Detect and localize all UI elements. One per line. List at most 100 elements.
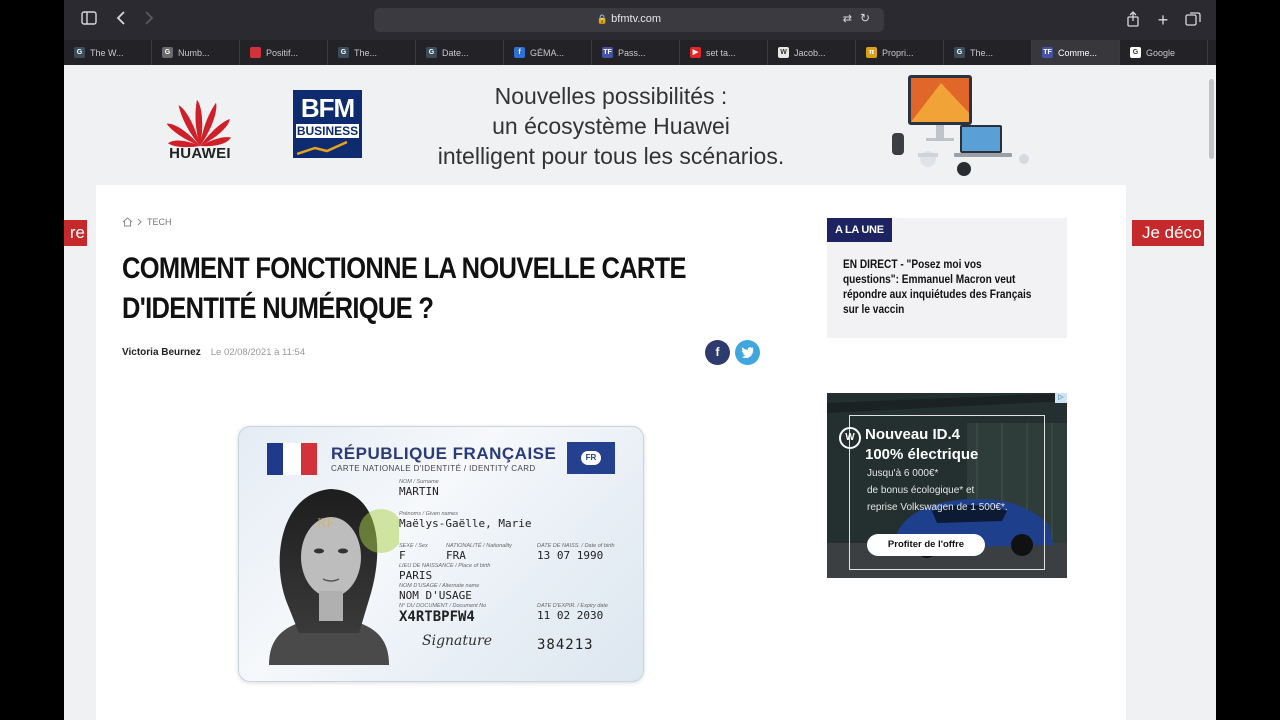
- document-value: X4RTBPFW4: [399, 609, 475, 625]
- lieu-value: PARIS: [399, 569, 433, 582]
- url-text: 🔒 bfmtv.com: [374, 13, 884, 25]
- browser-tab[interactable]: π Propri...: [856, 40, 944, 65]
- tab-favicon-icon: G: [74, 47, 85, 58]
- a-la-une-line-1: EN DIRECT - "Posez moi vos: [843, 259, 982, 271]
- sexe-value: F: [399, 549, 406, 562]
- new-tab-icon[interactable]: +: [1154, 11, 1172, 29]
- tab-favicon-icon: G: [954, 47, 965, 58]
- browser-tab[interactable]: G Google: [1120, 40, 1208, 65]
- ad-title-2: 100% électrique: [865, 446, 979, 463]
- breadcrumb: TECH: [122, 217, 172, 227]
- browser-tab[interactable]: TF Comme...: [1032, 40, 1120, 65]
- back-icon[interactable]: [112, 11, 130, 29]
- address-bar[interactable]: 🔒 bfmtv.com ⇄ ↻: [374, 8, 884, 32]
- tab-favicon-icon: W: [778, 47, 789, 58]
- tab-label: The W...: [90, 47, 124, 58]
- browser-tab[interactable]: ▶ set ta...: [680, 40, 768, 65]
- browser-tab[interactable]: G The...: [944, 40, 1032, 65]
- tab-label: Pass...: [618, 47, 646, 58]
- banner-line-2: un écosystème Huawei: [492, 113, 730, 139]
- tab-label: The...: [970, 47, 994, 58]
- tab-label: Google: [1146, 47, 1176, 58]
- author-name[interactable]: Victoria Beurnez: [122, 347, 201, 358]
- a-la-une-headline[interactable]: EN DIRECT - "Posez moi vos questions": E…: [843, 258, 1032, 318]
- usage-value: NOM D'USAGE: [399, 589, 472, 602]
- browser-tab[interactable]: G Numb...: [152, 40, 240, 65]
- forward-icon[interactable]: [140, 11, 158, 29]
- tab-label: Numb...: [178, 47, 210, 58]
- ad-title-1: Nouveau ID.4: [865, 426, 961, 443]
- tab-favicon-icon: G: [1130, 47, 1141, 58]
- volkswagen-ad[interactable]: ▷ W Nouveau ID.4 100% électrique Jusqu'à…: [827, 393, 1067, 578]
- scrollbar-thumb[interactable]: [1209, 79, 1214, 159]
- right-promo-tab[interactable]: Je déco: [1132, 220, 1204, 246]
- browser-tab[interactable]: G The...: [328, 40, 416, 65]
- id-card-image: RÉPUBLIQUE FRANÇAISE CARTE NATIONALE D'I…: [238, 426, 644, 682]
- naissance-value: 13 07 1990: [537, 549, 604, 562]
- reload-icon[interactable]: ↻: [860, 11, 870, 25]
- browser-tab[interactable]: TF Pass...: [592, 40, 680, 65]
- tab-favicon-icon: G: [338, 47, 349, 58]
- ad-line-3: reprise Volkswagen de 1 500€*.: [867, 502, 1008, 513]
- a-la-une-tag: A LA UNE: [827, 218, 892, 242]
- publish-date: Le 02/08/2021 à 11:54: [210, 347, 306, 358]
- tab-label: Propri...: [882, 47, 914, 58]
- signature: Signature: [422, 633, 493, 649]
- browser-tab[interactable]: G Date...: [416, 40, 504, 65]
- tab-label: GÉMA...: [530, 47, 565, 58]
- prenoms-value: Maëlys-Gaëlle, Marie: [399, 517, 532, 530]
- tab-favicon-icon: ▶: [690, 47, 701, 58]
- profiter-offre-button[interactable]: Profiter de l'offre: [867, 534, 985, 556]
- portrait-photo: RF: [269, 489, 399, 665]
- adchoices-icon[interactable]: ▷: [1055, 393, 1067, 403]
- ad-line-2: de bonus écologique* et: [867, 485, 975, 496]
- bfm-logo-top: BFM: [300, 93, 355, 123]
- bfm-logo-bottom: BUSINESS: [296, 124, 359, 138]
- tab-label: Comme...: [1058, 47, 1098, 58]
- browser-tab[interactable]: Positif...: [240, 40, 328, 65]
- home-icon[interactable]: [122, 217, 133, 227]
- id-card-title: RÉPUBLIQUE FRANÇAISE: [331, 444, 557, 463]
- browser-toolbar: 🔒 bfmtv.com ⇄ ↻ +: [64, 0, 1216, 40]
- headline-line-2: D'IDENTITÉ NUMÉRIQUE ?: [122, 292, 434, 325]
- browser-tab[interactable]: W Jacob...: [768, 40, 856, 65]
- huawei-devices-image: [892, 75, 1029, 176]
- id-card-subtitle: CARTE NATIONALE D'IDENTITÉ / IDENTITY CA…: [331, 464, 536, 473]
- huawei-wordmark: HUAWEI: [169, 145, 231, 162]
- eu-country-code: FR: [581, 451, 601, 465]
- a-la-une-line-2: questions": Emmanuel Macron veut: [843, 274, 1016, 286]
- tab-label: Date...: [442, 47, 469, 58]
- facebook-share-button[interactable]: f: [705, 340, 730, 365]
- twitter-share-button[interactable]: [735, 340, 760, 365]
- expiration-value: 11 02 2030: [537, 609, 604, 622]
- byline: Victoria Beurnez Le 02/08/2021 à 11:54: [122, 347, 305, 358]
- browser-tab[interactable]: f GÉMA...: [504, 40, 592, 65]
- a-la-une-box[interactable]: A LA UNE EN DIRECT - "Posez moi vos ques…: [827, 218, 1067, 338]
- banner-line-1: Nouvelles possibilités :: [494, 83, 728, 109]
- tab-overview-icon[interactable]: [1184, 11, 1202, 29]
- tab-favicon-icon: [250, 47, 261, 58]
- banner-headline: Nouvelles possibilités : un écosystème H…: [396, 81, 826, 171]
- chevron-right-icon: [137, 218, 142, 226]
- bfm-business-logo: BFM BUSINESS: [293, 90, 362, 158]
- article-card: TECH COMMENT FONCTIONNE LA NOUVELLE CART…: [96, 185, 1126, 720]
- a-la-une-line-4: sur le vaccin: [843, 304, 905, 316]
- tab-label: Positif...: [266, 47, 299, 58]
- sidebar-toggle-icon[interactable]: [80, 11, 98, 29]
- twitter-bird-icon: [741, 347, 754, 359]
- marianne-flag-icon: [267, 443, 317, 475]
- share-icon[interactable]: [1124, 11, 1142, 29]
- card-number: 384213: [537, 637, 594, 653]
- tab-favicon-icon: TF: [1042, 47, 1053, 58]
- huawei-banner-ad[interactable]: HUAWEI BFM BUSINESS Nouvelles possibilit…: [96, 65, 1126, 185]
- tab-label: The...: [354, 47, 378, 58]
- left-promo-tab[interactable]: re: [64, 220, 87, 246]
- breadcrumb-tech-link[interactable]: TECH: [147, 217, 172, 227]
- tab-favicon-icon: G: [426, 47, 437, 58]
- lock-icon: 🔒: [596, 14, 609, 24]
- nationalite-value: FRA: [446, 549, 466, 562]
- browser-tab[interactable]: G The W...: [64, 40, 152, 65]
- tab-label: Jacob...: [794, 47, 826, 58]
- translate-icon[interactable]: ⇄: [843, 12, 852, 25]
- tab-strip: G The W... G Numb... Positif... G The... G Date.…: [64, 40, 1216, 65]
